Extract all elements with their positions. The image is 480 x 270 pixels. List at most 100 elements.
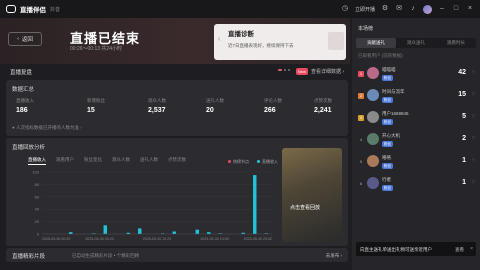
list-item[interactable]: 3 用户1669845 粉丝 5 ♡ xyxy=(358,108,476,130)
replay-preview[interactable]: 点击查看回放 xyxy=(282,148,342,242)
app-logo-icon xyxy=(6,5,16,13)
tab-watch-time[interactable]: 观看时长 xyxy=(436,38,476,48)
metric-label: 送礼人数 xyxy=(206,98,224,103)
x-tick-label: 2025-05-30 00:23 xyxy=(85,237,113,241)
avatar[interactable] xyxy=(367,177,379,189)
sidebar-title: 本场榜 xyxy=(358,26,374,32)
live-duration: 00:26～00:13 共24小时 xyxy=(70,46,122,52)
fan-badge: 粉丝 xyxy=(382,141,393,147)
list-item[interactable]: 4 开心大机 粉丝 2 ♡ xyxy=(358,130,476,152)
metric-viewers[interactable]: 观众人数 2,537 xyxy=(148,98,166,114)
main-panel: 直播复盘 New 查看详细数据 › 数据汇总 直播收入 186 新增粉丝 15 … xyxy=(6,66,348,266)
viewer-score: 15 xyxy=(458,91,466,98)
list-item[interactable]: 5 咯咯 粉丝 1 ♡ xyxy=(358,152,476,174)
bar xyxy=(253,175,257,234)
clip-text: 已自动生成精彩片段 • 个精彩回顾 xyxy=(72,252,140,258)
tab-audience-gifts[interactable]: 观众送礼 xyxy=(396,38,436,48)
publish-link[interactable]: 去发布 › xyxy=(326,253,342,259)
y-tick-label: 60 xyxy=(35,194,40,199)
viewer-filter[interactable]: 已观看用户 (前的数据) xyxy=(358,53,403,59)
toast-text: 向直主送礼单送出礼物可送亲近用户 xyxy=(360,246,432,252)
fan-badge: 粉丝 xyxy=(382,185,393,191)
metric-label: 点赞次数 xyxy=(314,98,332,103)
y-tick-label: 20 xyxy=(35,219,40,224)
heart-icon[interactable]: ♡ xyxy=(472,70,476,76)
rank-badge: 5 xyxy=(359,159,363,164)
close-icon[interactable]: × xyxy=(466,5,474,13)
fan-badge: 粉丝 xyxy=(382,75,393,81)
sidebar-tabs: 贡献送礼 观众送礼 观看时长 xyxy=(356,38,476,48)
viewer-score: 2 xyxy=(462,135,466,142)
bell-icon[interactable]: ♪ xyxy=(409,5,417,13)
viewer-name: 用户1669845 xyxy=(382,111,409,116)
new-badge: New xyxy=(295,68,308,75)
maximize-icon[interactable]: □ xyxy=(452,5,460,13)
preview-label: 点击查看回放 xyxy=(290,205,321,211)
chevron-left-icon: ‹ xyxy=(17,36,19,42)
detail-link[interactable]: 查看详细数据 › xyxy=(311,68,344,75)
heart-icon[interactable]: ♡ xyxy=(472,136,476,142)
metric-value: 2,241 xyxy=(314,107,332,114)
list-item[interactable]: 6 行者 粉丝 1 ♡ xyxy=(358,174,476,196)
title-bar: 直播伴侣 抖音 ◷ 立即开播 ⚙ ✉ ♪ – □ × xyxy=(0,0,480,18)
metric-value: 15 xyxy=(87,107,95,114)
live-status[interactable]: 立即开播 xyxy=(355,6,375,13)
list-item[interactable]: 2 时间与流年 粉丝 15 ♡ xyxy=(358,86,476,108)
heart-icon[interactable]: ♡ xyxy=(472,114,476,120)
x-tick-label: 2025-05-30 23:52 xyxy=(244,237,272,241)
metric-new-fans[interactable]: 新增粉丝 15 xyxy=(87,98,105,114)
avatar[interactable] xyxy=(367,89,379,101)
avatar[interactable] xyxy=(367,111,379,123)
highlight-clip-card: 直播精彩片段 已自动生成精彩片段 • 个精彩回顾 去发布 › xyxy=(6,248,348,262)
bar xyxy=(195,229,199,234)
metric-commenters[interactable]: 评论人数 266 xyxy=(264,98,282,114)
avatar[interactable] xyxy=(367,155,379,167)
avatar[interactable] xyxy=(367,133,379,145)
fan-badge: 粉丝 xyxy=(382,119,393,125)
chevron-left-icon[interactable]: ‹ xyxy=(218,36,220,43)
bar xyxy=(103,225,107,234)
data-note[interactable]: ● 人次指标数据已开播的人数为准 › xyxy=(12,125,82,131)
metric-label: 观众人数 xyxy=(148,98,166,103)
rank-badge: 4 xyxy=(359,137,363,142)
bar xyxy=(138,228,142,234)
close-icon[interactable]: × xyxy=(470,246,473,252)
diagnosis-card[interactable]: ‹ 直播诊断 近7日直播表现好，继续保持下去 xyxy=(214,24,346,60)
avatar[interactable] xyxy=(423,4,432,14)
metric-label: 新增粉丝 xyxy=(87,98,105,103)
fan-badge: 粉丝 xyxy=(382,163,393,169)
back-label: 返回 xyxy=(21,37,33,43)
metric-income[interactable]: 直播收入 186 xyxy=(16,98,34,114)
toast-banner: 向直主送礼单送出礼物可送亲近用户 查看 × xyxy=(356,242,476,256)
settings-icon[interactable]: ⚙ xyxy=(381,5,389,13)
rank-badge: 2 xyxy=(358,93,364,99)
list-item[interactable]: 1 喵喵喵 粉丝 42 ♡ xyxy=(358,64,476,86)
bar xyxy=(69,232,73,234)
heart-icon[interactable]: ♡ xyxy=(472,180,476,186)
heart-icon[interactable]: ♡ xyxy=(472,158,476,164)
minimize-icon[interactable]: – xyxy=(438,5,446,13)
back-button[interactable]: ‹ 返回 xyxy=(8,32,42,46)
rank-badge: 3 xyxy=(358,115,364,121)
y-tick-label: 100 xyxy=(32,170,39,175)
viewer-score: 5 xyxy=(462,113,466,120)
toast-link[interactable]: 查看 xyxy=(455,247,464,253)
metric-label: 评论人数 xyxy=(264,98,282,103)
data-summary-card: 数据汇总 直播收入 186 新增粉丝 15 观众人数 2,537 送礼人数 20… xyxy=(6,80,348,136)
rank-badge: 6 xyxy=(359,181,363,186)
metric-gifters[interactable]: 送礼人数 20 xyxy=(206,98,224,114)
x-tick-label: 2025-05-30 13:00 xyxy=(200,237,228,241)
y-tick-label: 40 xyxy=(35,207,40,212)
heart-icon[interactable]: ♡ xyxy=(472,92,476,98)
x-tick-label: 2025-05-30 12:23 xyxy=(143,237,171,241)
overview-title: 直播复盘 xyxy=(10,69,33,76)
tab-contribution[interactable]: 贡献送礼 xyxy=(356,38,396,48)
refresh-icon[interactable]: ◷ xyxy=(341,5,349,13)
x-tick-label: 2025-05-30 00:20 xyxy=(42,237,70,241)
metric-likes[interactable]: 点赞次数 2,241 xyxy=(314,98,332,114)
metric-value: 266 xyxy=(264,107,276,114)
viewer-score: 42 xyxy=(458,69,466,76)
message-icon[interactable]: ✉ xyxy=(395,5,403,13)
y-tick-label: 0 xyxy=(37,232,40,237)
avatar[interactable] xyxy=(367,67,379,79)
